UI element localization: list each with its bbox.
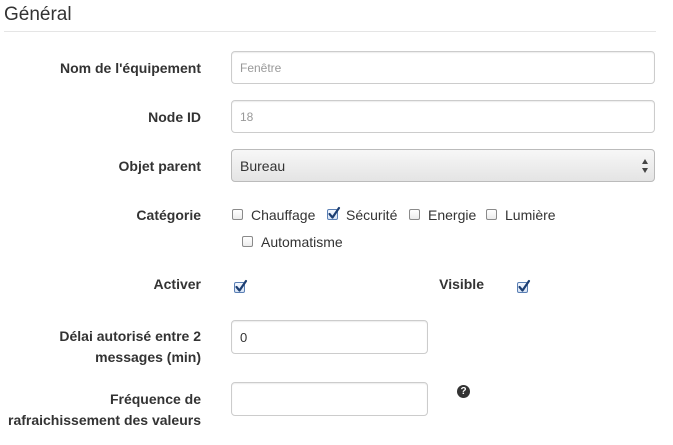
category-chauffage-checkbox[interactable] [232, 209, 243, 220]
check-icon [235, 279, 248, 292]
category-lumiere-checkbox[interactable] [486, 209, 497, 220]
parent-selected-value: Bureau [240, 158, 286, 174]
node-id-label: Node ID [148, 109, 201, 125]
visible-checkbox[interactable] [517, 279, 531, 293]
activate-label: Activer [153, 276, 201, 292]
activate-checkbox[interactable] [234, 279, 248, 293]
delay-label-line2: messages (min) [95, 349, 201, 365]
parent-object-select[interactable]: Bureau [231, 149, 655, 182]
section-legend: Général [4, 4, 72, 25]
check-icon [518, 279, 531, 292]
delay-input[interactable] [231, 320, 428, 354]
parent-label: Objet parent [118, 158, 201, 174]
category-automatisme-label: Automatisme [261, 234, 343, 250]
delay-label: Délai autorisé entre 2 messages (min) [0, 326, 201, 368]
category-automatisme-checkbox[interactable] [242, 236, 253, 247]
category-chauffage-label: Chauffage [251, 207, 316, 223]
category-securite-checkbox[interactable] [327, 206, 341, 220]
question-circle-icon[interactable]: ? [457, 385, 470, 398]
category-energie-label: Energie [428, 207, 477, 223]
category-label: Catégorie [136, 207, 201, 223]
category-securite-label: Sécurité [346, 207, 398, 223]
category-energie-checkbox[interactable] [409, 209, 420, 220]
select-arrows-icon [642, 159, 648, 173]
delay-label-line1: Délai autorisé entre 2 [59, 328, 201, 344]
check-icon [328, 206, 341, 219]
refresh-label: Fréquence de rafraichissement des valeur… [0, 389, 201, 431]
visible-label: Visible [439, 276, 484, 292]
node-id-input[interactable] [231, 100, 655, 133]
refresh-label-line1: Fréquence de [109, 391, 201, 407]
equipment-name-input[interactable] [231, 51, 655, 84]
name-label: Nom de l'équipement [59, 60, 201, 76]
refresh-frequency-input[interactable] [231, 382, 428, 416]
category-lumiere-label: Lumière [505, 207, 556, 223]
refresh-label-line2: rafraichissement des valeurs [8, 412, 201, 428]
legend-divider [4, 31, 656, 32]
